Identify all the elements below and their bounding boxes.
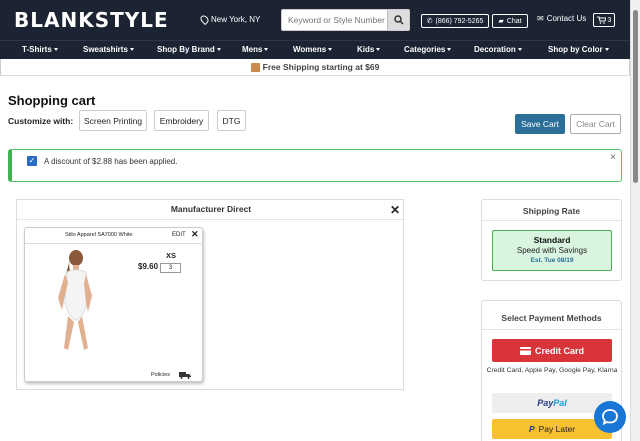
chat-bubble-icon: ▰ [498, 18, 504, 25]
shipping-option-name: Standard [533, 235, 571, 245]
caret-down-icon [328, 48, 333, 51]
truck-icon [179, 372, 191, 379]
panel-title: Shipping Rate [522, 206, 581, 216]
cart-icon [596, 16, 606, 24]
main-nav: T-Shirts Sweatshirts Shop By Brand Mens … [0, 40, 640, 59]
nav-mens[interactable]: Mens [242, 45, 269, 54]
discount-alert: ✓ A discount of $2.88 has been applied. … [8, 149, 622, 182]
caret-down-icon [129, 48, 134, 51]
chat-bubble-icon [602, 409, 618, 426]
item-price: $9.60 [138, 262, 159, 271]
brand-logo[interactable]: BLANKSTYLE [14, 9, 169, 31]
shipping-rate-panel: Shipping Rate Standard Speed with Saving… [481, 199, 622, 281]
cart-item-card: Stilo Apparel SA7000 White EDIT ✕ XS $9.… [24, 227, 204, 382]
size-label: XS [166, 251, 177, 260]
location-text: New York, NY [211, 15, 261, 24]
scrollbar-thumb[interactable] [633, 10, 638, 183]
section-title: Manufacturer Direct [170, 204, 252, 214]
embroidery-button[interactable]: Embroidery [154, 110, 209, 131]
search-button[interactable] [387, 10, 409, 30]
envelope-icon: ✉ [537, 14, 544, 23]
cart-count: 3 [607, 16, 612, 24]
nav-kids[interactable]: Kids [357, 45, 381, 54]
credit-card-note: Credit Card, Apple Pay, Google Pay, Klar… [486, 367, 618, 374]
search-icon [393, 15, 404, 25]
clear-cart-button[interactable]: Clear Cart [570, 114, 621, 134]
promo-text: Free Shipping starting at $69 [262, 62, 380, 72]
product-image[interactable] [40, 248, 110, 352]
page-title: Shopping cart [8, 93, 96, 108]
nav-decoration[interactable]: Decoration [474, 45, 522, 54]
edit-link[interactable]: EDIT [172, 232, 186, 238]
credit-card-label: Credit Card [534, 345, 584, 356]
paypal-button[interactable]: Pay Pal [492, 393, 612, 413]
location-pin-icon [198, 13, 211, 26]
policies-link[interactable]: Policies [151, 372, 170, 378]
chat-button[interactable]: ▰ Chat [492, 14, 528, 28]
close-icon[interactable]: ✕ [390, 203, 400, 217]
caret-down-icon [604, 48, 609, 51]
live-chat-button[interactable] [594, 401, 626, 433]
remove-item-icon[interactable]: ✕ [191, 229, 199, 240]
top-header: BLANKSTYLE New York, NY ✆ (866) 792-5265… [0, 0, 640, 40]
phone-icon: ✆ [426, 18, 433, 25]
pay-later-label: Pay Later [538, 424, 576, 434]
caret-down-icon [517, 48, 522, 51]
panel-title: Select Payment Methods [501, 313, 602, 323]
search-input[interactable] [282, 10, 387, 30]
caret-down-icon [264, 48, 269, 51]
checkbox-check-icon: ✓ [27, 156, 37, 166]
paypal-p-icon: P [528, 424, 535, 434]
contact-label: Contact Us [546, 14, 587, 23]
paypal-logo-pay: Pay [537, 398, 554, 408]
shipping-option-subtitle: Speed with Savings [516, 246, 588, 255]
standard-shipping-option[interactable]: Standard Speed with Savings Est. Tue 08/… [492, 230, 612, 271]
package-icon [250, 62, 260, 72]
credit-card-button[interactable]: Credit Card [492, 339, 612, 362]
phone-button[interactable]: ✆ (866) 792-5265 [421, 14, 489, 28]
store-location[interactable]: New York, NY [198, 13, 261, 26]
caret-down-icon [447, 48, 452, 51]
caret-down-icon [376, 48, 381, 51]
dtg-button[interactable]: DTG [217, 110, 246, 131]
shipping-estimate: Est. Tue 08/19 [530, 257, 574, 264]
caret-down-icon [53, 48, 58, 51]
divider [482, 220, 621, 221]
nav-sweatshirts[interactable]: Sweatshirts [83, 45, 134, 54]
alert-message: A discount of $2.88 has been applied. [44, 157, 178, 166]
paypal-logo-pal: Pal [553, 398, 567, 408]
nav-categories[interactable]: Categories [404, 45, 452, 54]
phone-number: (866) 792-5265 [435, 17, 484, 25]
search-bar [281, 9, 410, 31]
chat-label: Chat [506, 17, 522, 25]
product-name: Stilo Apparel SA7000 White [65, 232, 133, 238]
nav-shop-by-brand[interactable]: Shop By Brand [157, 45, 221, 54]
cart-button[interactable]: 3 [593, 13, 615, 27]
quantity-input[interactable]: 3 [160, 263, 181, 273]
page-scrollbar[interactable] [630, 0, 640, 441]
divider [25, 243, 204, 244]
contact-us-link[interactable]: ✉ Contact Us [537, 14, 586, 23]
nav-tshirts[interactable]: T-Shirts [22, 45, 58, 54]
alert-close-icon[interactable]: × [610, 152, 616, 163]
customize-label: Customize with: [8, 116, 74, 126]
caret-down-icon [216, 48, 221, 51]
save-cart-button[interactable]: Save Cart [515, 114, 565, 134]
free-shipping-banner[interactable]: Free Shipping starting at $69 [0, 59, 630, 76]
divider [17, 219, 405, 220]
nav-womens[interactable]: Womens [293, 45, 333, 54]
nav-shop-by-color[interactable]: Shop by Color [548, 45, 609, 54]
divider [482, 329, 621, 330]
credit-card-icon [519, 346, 531, 355]
screen-printing-button[interactable]: Screen Printing [79, 110, 147, 131]
